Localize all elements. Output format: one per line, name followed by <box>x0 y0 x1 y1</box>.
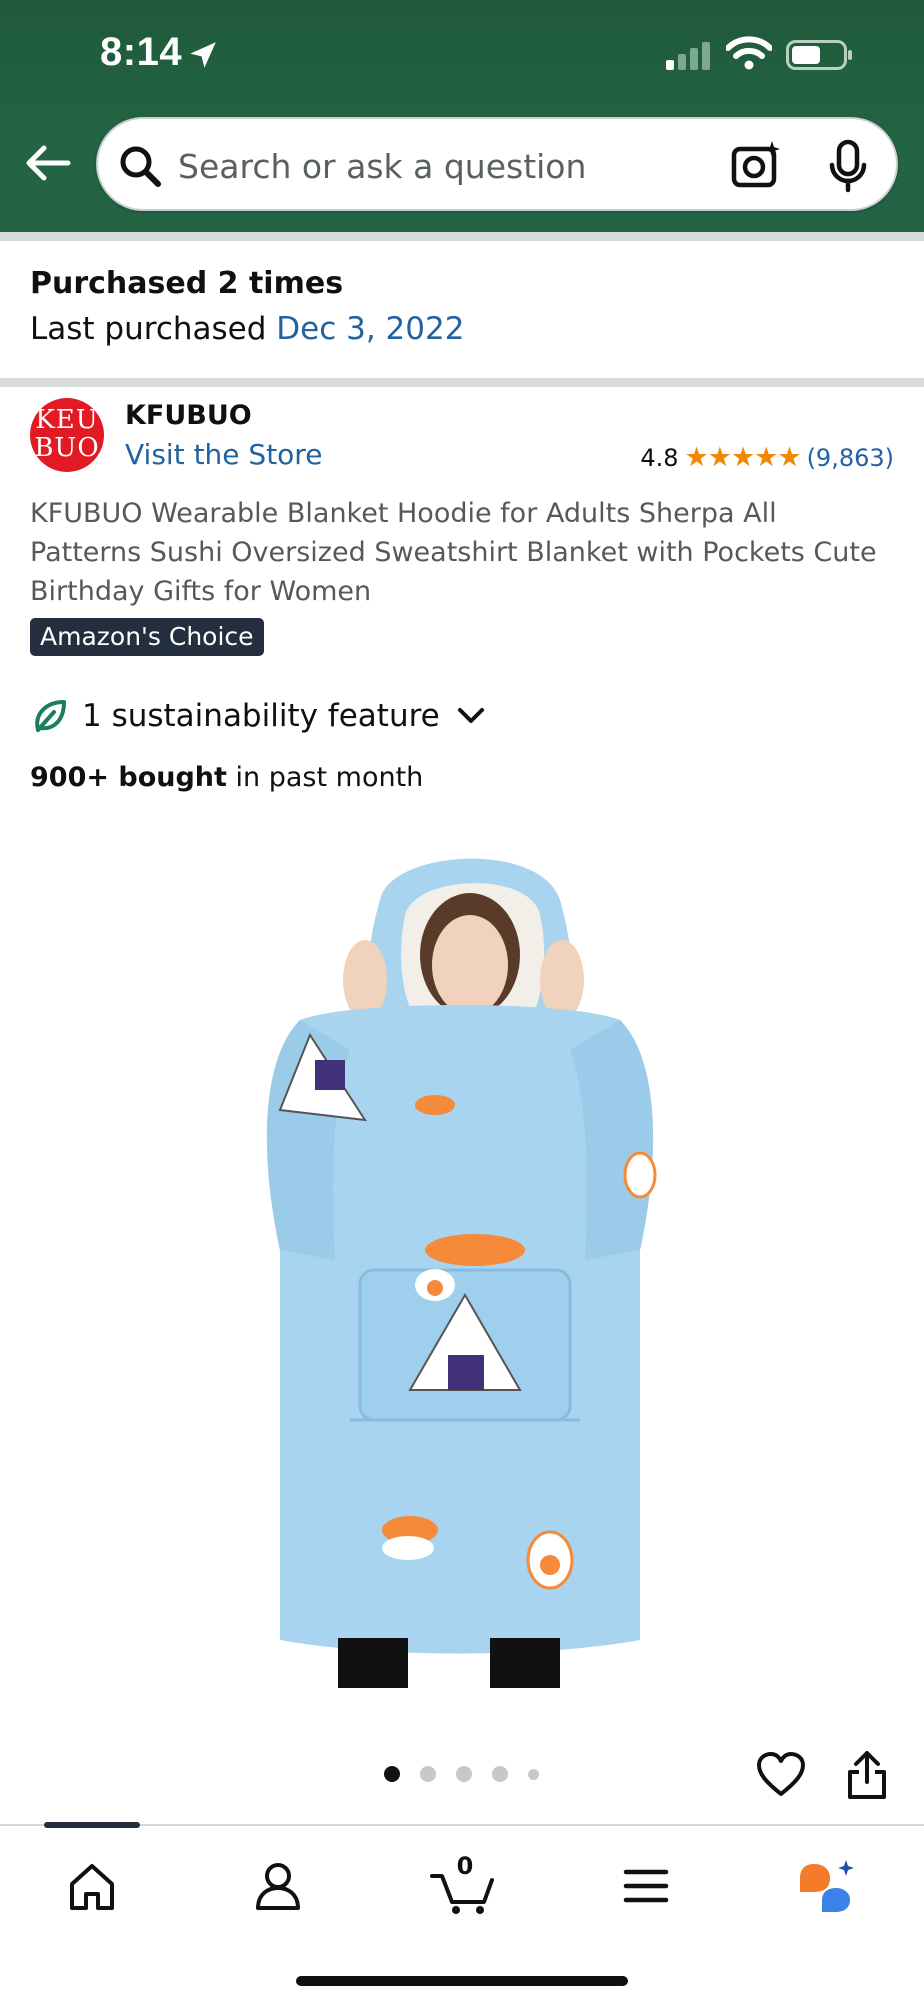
microphone-icon[interactable] <box>828 139 868 193</box>
rating-stars: ★★★★★ <box>684 442 802 473</box>
product-title: KFUBUO Wearable Blanket Hoodie for Adult… <box>30 498 877 607</box>
rating-value: 4.8 <box>640 443 679 472</box>
camera-icon[interactable] <box>730 139 782 191</box>
heart-icon[interactable] <box>756 1752 806 1798</box>
carousel-dot[interactable] <box>528 1768 539 1780</box>
brand-name: KFUBUO <box>125 400 252 431</box>
battery-icon <box>786 40 852 70</box>
rufus-icon[interactable] <box>798 1856 858 1916</box>
active-tab-indicator <box>44 1822 140 1828</box>
search-icon <box>120 146 161 187</box>
last-purchased-row: Last purchased Dec 3, 2022 <box>30 311 890 347</box>
image-carousel-dots[interactable] <box>384 1766 539 1782</box>
purchase-count: Purchased 2 times <box>30 266 344 301</box>
location-arrow-icon <box>190 42 216 68</box>
leaf-icon <box>35 700 66 732</box>
sustainability-dropdown[interactable]: 1 sustainability feature <box>30 696 486 736</box>
cart-icon <box>430 1874 494 1914</box>
sustainability-label: 1 sustainability feature <box>82 698 440 734</box>
wifi-icon <box>726 36 772 70</box>
rating-summary[interactable]: 4.8 ★★★★★ (9,863) <box>640 442 894 473</box>
back-arrow-icon[interactable] <box>24 143 72 183</box>
status-bar: 8:14 <box>0 0 924 110</box>
status-time: 8:14 <box>100 30 183 74</box>
section-divider <box>0 378 924 387</box>
purchase-history: Purchased 2 times Last purchased Dec 3, … <box>30 266 890 347</box>
search-bar[interactable] <box>96 117 898 211</box>
bought-past-month: 900+ bought in past month <box>30 762 423 793</box>
share-icon[interactable] <box>846 1750 888 1800</box>
carousel-dot[interactable] <box>384 1766 400 1782</box>
bottom-navigation: 0 <box>0 1822 924 2000</box>
brand-logo[interactable]: KEU BUO <box>30 398 104 472</box>
last-purchased-date-link[interactable]: Dec 3, 2022 <box>276 311 464 347</box>
carousel-dot[interactable] <box>456 1766 472 1782</box>
signal-icon <box>666 42 710 70</box>
menu-icon[interactable] <box>616 1856 676 1916</box>
carousel-dot[interactable] <box>420 1766 436 1782</box>
home-icon[interactable] <box>62 1856 122 1916</box>
carousel-dot[interactable] <box>492 1766 508 1782</box>
chevron-down-icon <box>457 708 484 723</box>
home-indicator-bar <box>296 1976 628 1986</box>
cart-button[interactable]: 0 <box>430 1852 500 1916</box>
visit-store-link[interactable]: Visit the Store <box>125 438 322 471</box>
bought-suffix: in past month <box>226 762 424 793</box>
bought-count: 900+ bought <box>30 762 227 793</box>
amazons-choice-badge[interactable]: Amazon's Choice <box>30 618 264 656</box>
account-icon[interactable] <box>248 1856 308 1916</box>
rating-count-link[interactable]: (9,863) <box>807 444 894 472</box>
product-image[interactable] <box>240 830 680 1690</box>
search-input[interactable] <box>178 141 678 191</box>
app-header: 8:14 <box>0 0 924 232</box>
section-divider <box>0 232 924 241</box>
brand-logo-line2: BUO <box>34 433 100 463</box>
brand-logo-line1: KEU <box>35 405 99 435</box>
last-purchased-label: Last purchased <box>30 311 267 347</box>
